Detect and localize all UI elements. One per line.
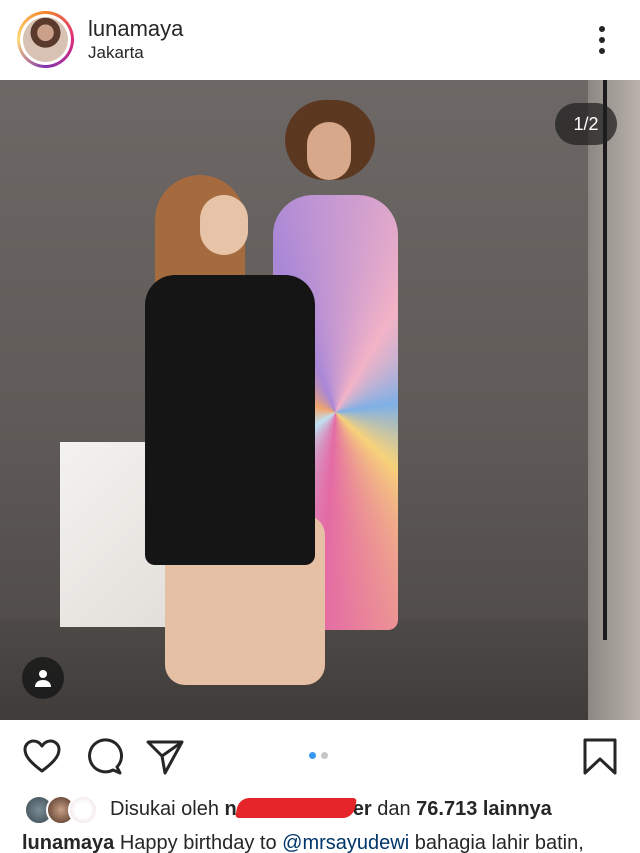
post-caption: lunamaya Happy birthday to @mrsayudewi b… bbox=[22, 832, 622, 853]
action-bar bbox=[0, 720, 640, 792]
liker-name[interactable]: n er bbox=[225, 798, 372, 820]
carousel-dot-active bbox=[309, 752, 316, 759]
more-options-icon[interactable] bbox=[590, 24, 614, 56]
profile-avatar[interactable] bbox=[17, 11, 74, 68]
likes-connector: dan bbox=[377, 798, 411, 820]
post-header: lunamaya Jakarta bbox=[0, 0, 640, 80]
avatar-image bbox=[23, 17, 68, 62]
likes-row: Disukai oleh n er dan 76.713 lainnya bbox=[0, 792, 640, 828]
caption-text-after: bahagia lahir batin, bbox=[414, 832, 584, 853]
liker-avatar bbox=[68, 795, 98, 825]
carousel-counter: 1/2 bbox=[555, 103, 617, 145]
woman-black-dress bbox=[145, 175, 340, 695]
caption-text-before: Happy birthday to bbox=[119, 832, 277, 853]
caption-username[interactable]: lunamaya bbox=[22, 832, 114, 853]
likes-summary[interactable]: Disukai oleh n er dan 76.713 lainnya bbox=[110, 798, 552, 821]
post-location[interactable]: Jakarta bbox=[88, 43, 144, 63]
heart-icon[interactable] bbox=[22, 737, 62, 777]
post-photo[interactable]: 1/2 bbox=[0, 80, 640, 720]
likes-prefix: Disukai oleh bbox=[110, 798, 219, 820]
studio-background-right bbox=[588, 80, 640, 720]
comment-icon[interactable] bbox=[84, 737, 124, 777]
bookmark-icon[interactable] bbox=[580, 737, 620, 777]
user-tag-icon[interactable] bbox=[22, 657, 64, 699]
send-icon[interactable] bbox=[145, 737, 185, 777]
carousel-dot bbox=[321, 752, 328, 759]
liker-avatars[interactable] bbox=[24, 795, 104, 825]
redaction-mark bbox=[234, 798, 357, 818]
carousel-indicator bbox=[309, 752, 328, 759]
caption-mention[interactable]: @mrsayudewi bbox=[282, 832, 409, 853]
light-stand bbox=[603, 80, 607, 640]
post-username[interactable]: lunamaya bbox=[88, 16, 183, 42]
likes-count[interactable]: 76.713 lainnya bbox=[416, 798, 552, 820]
